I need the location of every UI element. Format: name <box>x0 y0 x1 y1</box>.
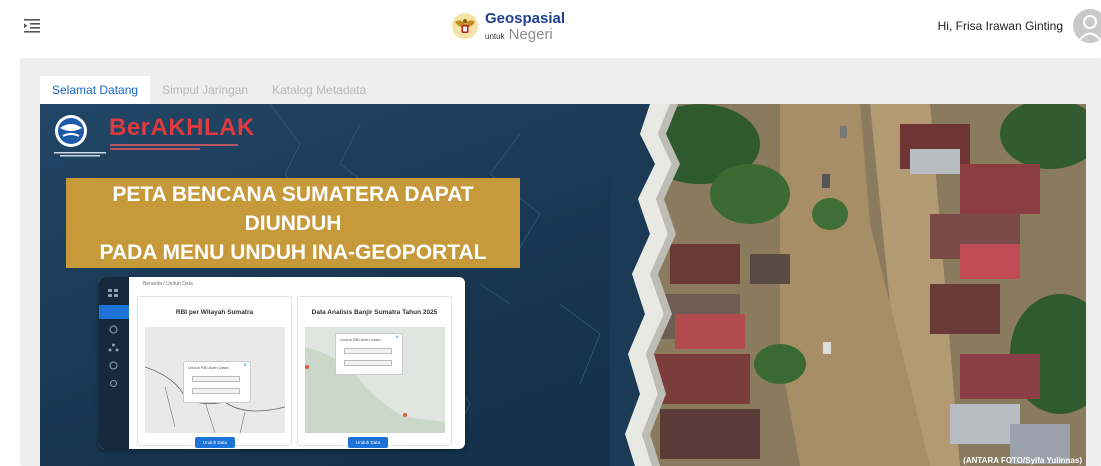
preview-popup-1: × Unduh RBI Aceh Utara <box>183 361 251 403</box>
preview-sidebar <box>99 277 129 449</box>
preview-info-icon <box>109 361 118 370</box>
big-globe-logo-icon <box>55 115 87 147</box>
preview-panel-rbi-title: RBI per Wilayah Sumatra <box>175 309 254 316</box>
preview-close-icon: × <box>243 363 247 369</box>
preview-panel-banjir: Data Analisis Banjir Sumatra Tahun 2025 … <box>297 296 452 448</box>
preview-popup-item <box>344 360 392 366</box>
agency-logo <box>54 114 88 148</box>
preview-settings-icon <box>110 380 117 387</box>
preview-map-sumatra: × Unduh RBI Aceh Utara <box>144 327 286 434</box>
preview-popup-item <box>192 388 240 394</box>
agency-caption-lines <box>54 152 106 157</box>
top-header: Geospasial untuk Negeri Hi, Frisa Irawan… <box>0 0 1101 52</box>
preview-panel-rbi: RBI per Wilayah Sumatra × Unduh RBI Aceh… <box>137 296 292 448</box>
preview-globe-icon <box>109 325 118 334</box>
menu-collapse-icon[interactable] <box>24 19 40 33</box>
preview-popup-2: × Unduh RBI Aceh Utara <box>335 333 403 375</box>
preview-popup-title: Unduh RBI Aceh Utara <box>188 365 229 370</box>
tab-selamat-datang[interactable]: Selamat Datang <box>40 76 151 104</box>
preview-popup-item <box>344 348 392 354</box>
berakhlak-logo: BerAKHLAK <box>109 114 255 141</box>
headline-line-2: PADA MENU UNDUH INA-GEOPORTAL <box>99 240 487 264</box>
preview-close-icon: × <box>395 335 399 341</box>
preview-panel-banjir-title: Data Analisis Banjir Sumatra Tahun 2025 <box>311 309 438 316</box>
preview-map-flood: × Unduh RBI Aceh Utara <box>305 327 445 433</box>
berakhlak-tagline-lines <box>110 144 238 150</box>
tab-simpul-jaringan[interactable]: Simpul Jaringan <box>150 76 261 104</box>
garuda-emblem-icon <box>452 13 478 39</box>
photo-credit: (ANTARA FOTO/Syifa Yulinnas) <box>963 456 1082 465</box>
headline-line-1: PETA BENCANA SUMATERA DAPAT DIUNDUH <box>112 182 474 235</box>
brand-logo[interactable]: Geospasial untuk Negeri <box>451 6 565 46</box>
user-menu[interactable]: Hi, Frisa Irawan Ginting <box>938 8 1101 44</box>
preview-download-button: Unduh Data <box>348 437 388 448</box>
brand-small: untuk <box>485 31 505 41</box>
brand-title: Geospasial <box>485 9 566 27</box>
torn-paper-edge <box>610 104 680 466</box>
welcome-banner: BerAKHLAK PETA BENCANA SUMATERA DAPAT DI… <box>40 104 1086 466</box>
headline-box: PETA BENCANA SUMATERA DAPAT DIUNDUH PADA… <box>66 178 520 268</box>
preview-network-icon <box>108 343 119 352</box>
tab-katalog-metadata[interactable]: Katalog Metadata <box>260 76 379 104</box>
preview-popup-item <box>192 376 240 382</box>
portal-preview-card: Beranda / Unduh Data RBI per Wilayah Sum… <box>99 277 465 449</box>
user-avatar-icon[interactable] <box>1073 9 1101 43</box>
user-greeting: Hi, Frisa Irawan Ginting <box>937 19 1063 33</box>
brand-subtitle: Negeri <box>508 25 553 43</box>
preview-breadcrumb: Beranda / Unduh Data <box>143 281 193 287</box>
preview-download-icon <box>99 305 129 319</box>
preview-grid-icon <box>108 289 118 297</box>
tab-bar: Selamat Datang Simpul Jaringan Katalog M… <box>40 76 379 104</box>
preview-popup-title: Unduh RBI Aceh Utara <box>340 337 381 342</box>
preview-download-button: Unduh Data <box>195 437 235 448</box>
